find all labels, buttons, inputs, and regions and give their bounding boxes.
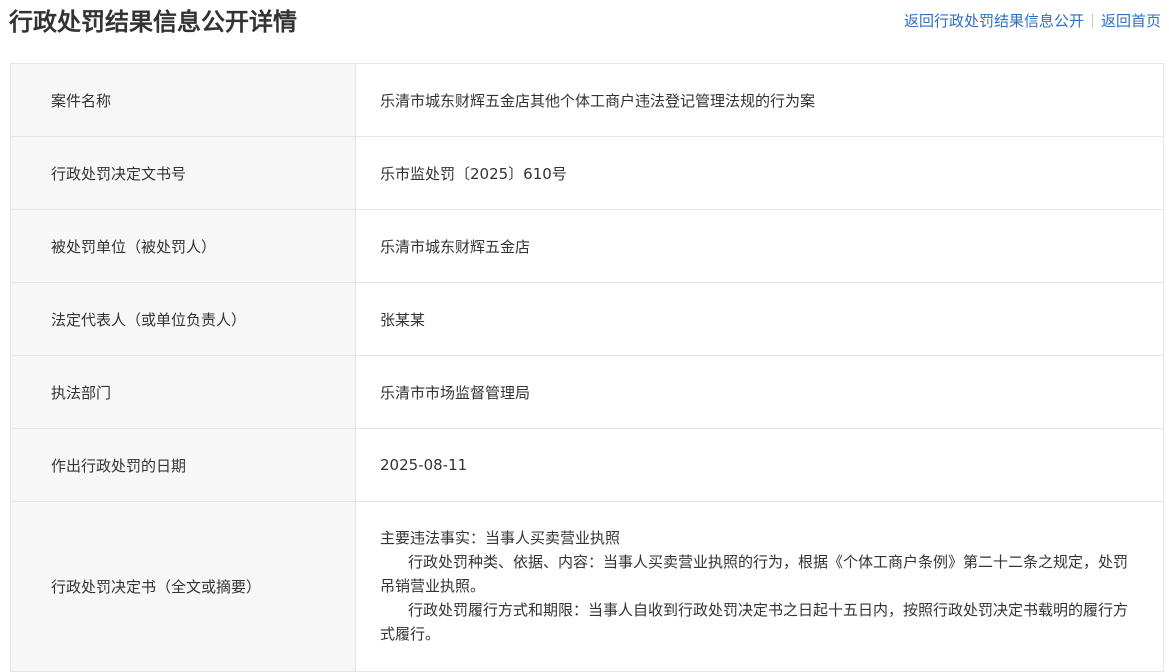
table-row-decision-date: 作出行政处罚的日期 2025-08-11 <box>11 429 1163 502</box>
table-row-enforcement-department: 执法部门 乐清市市场监督管理局 <box>11 356 1163 429</box>
back-home-link[interactable]: 返回首页 <box>1101 10 1161 32</box>
enforcement-department-label: 执法部门 <box>11 356 356 428</box>
enforcement-department-value: 乐清市市场监督管理局 <box>380 383 531 402</box>
decision-text-label: 行政处罚决定书（全文或摘要） <box>11 502 356 671</box>
decision-text-paragraph: 行政处罚履行方式和期限：当事人自收到行政处罚决定书之日起十五日内，按照行政处罚决… <box>380 601 1129 643</box>
decision-text-paragraph: 行政处罚种类、依据、内容：当事人买卖营业执照的行为，根据《个体工商户条例》第二十… <box>380 553 1129 595</box>
decision-date-value: 2025-08-11 <box>380 456 468 474</box>
decision-number-value: 乐市监处罚〔2025〕610号 <box>380 164 567 183</box>
detail-table: 案件名称 乐清市城东财辉五金店其他个体工商户违法登记管理法规的行为案 行政处罚决… <box>10 63 1164 672</box>
decision-number-label: 行政处罚决定文书号 <box>11 137 356 209</box>
table-row-decision-number: 行政处罚决定文书号 乐市监处罚〔2025〕610号 <box>11 137 1163 210</box>
penalized-party-value: 乐清市城东财辉五金店 <box>380 237 531 256</box>
header-links: 返回行政处罚结果信息公开 返回首页 <box>904 10 1161 32</box>
legal-representative-label: 法定代表人（或单位负责人） <box>11 283 356 355</box>
penalized-party-label: 被处罚单位（被处罚人） <box>11 210 356 282</box>
table-row-penalized-party: 被处罚单位（被处罚人） 乐清市城东财辉五金店 <box>11 210 1163 283</box>
case-name-value: 乐清市城东财辉五金店其他个体工商户违法登记管理法规的行为案 <box>380 91 816 110</box>
decision-date-label: 作出行政处罚的日期 <box>11 429 356 501</box>
table-row-case-name: 案件名称 乐清市城东财辉五金店其他个体工商户违法登记管理法规的行为案 <box>11 64 1163 137</box>
link-divider <box>1091 14 1093 28</box>
decision-text-value: 主要违法事实：当事人买卖营业执照 行政处罚种类、依据、内容：当事人买卖营业执照的… <box>356 502 1163 671</box>
case-name-label: 案件名称 <box>11 64 356 136</box>
decision-text-paragraph: 主要违法事实：当事人买卖营业执照 <box>380 529 621 547</box>
back-to-list-link[interactable]: 返回行政处罚结果信息公开 <box>904 10 1084 32</box>
table-row-legal-representative: 法定代表人（或单位负责人） 张某某 <box>11 283 1163 356</box>
table-row-decision-text: 行政处罚决定书（全文或摘要） 主要违法事实：当事人买卖营业执照 行政处罚种类、依… <box>11 502 1163 672</box>
page-title: 行政处罚结果信息公开详情 <box>9 8 297 36</box>
page-header: 行政处罚结果信息公开详情 返回行政处罚结果信息公开 返回首页 <box>0 0 1169 48</box>
legal-representative-value: 张某某 <box>380 310 426 329</box>
